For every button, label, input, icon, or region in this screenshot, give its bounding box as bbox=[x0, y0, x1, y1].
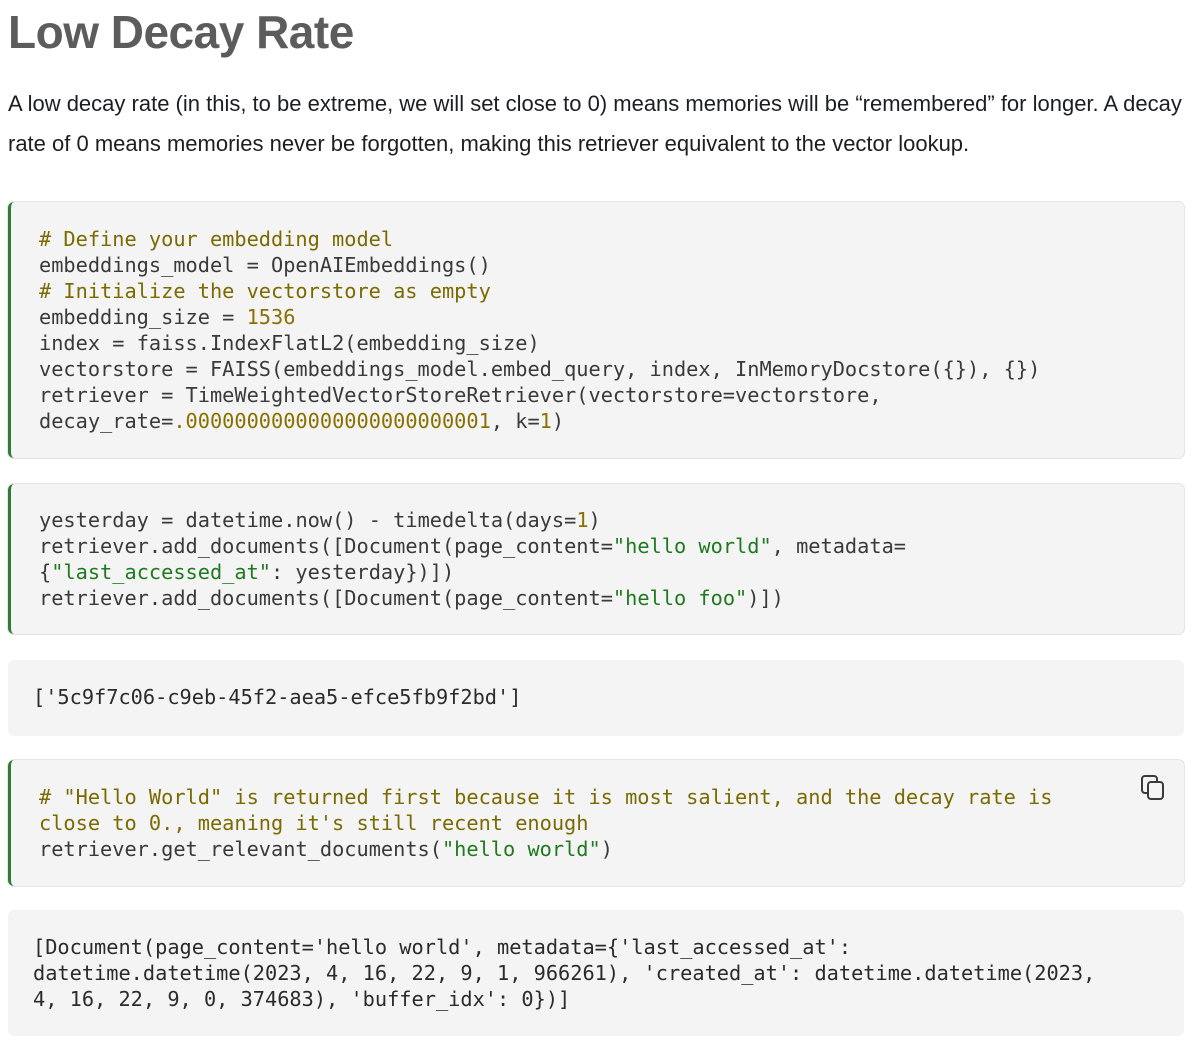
code-token: , metadata bbox=[771, 534, 894, 558]
code-token: . bbox=[197, 331, 210, 355]
code-cell-2-source: yesterday = datetime.now() - timedelta(d… bbox=[39, 507, 906, 611]
code-token: . bbox=[148, 586, 162, 610]
code-token: = bbox=[246, 253, 259, 277]
intro-paragraph: A low decay rate (in this, to be extreme… bbox=[8, 91, 1182, 156]
code-token: OpenAIEmbeddings() bbox=[258, 253, 491, 277]
code-token: faiss bbox=[124, 331, 198, 355]
section-heading: Low Decay Rate bbox=[8, 6, 354, 58]
code-token: retriever bbox=[39, 534, 149, 558]
code-cell-3-source: # "Hello World" is returned first becaus… bbox=[39, 784, 1052, 862]
code-token: add_documents([Document(page_content bbox=[161, 586, 601, 610]
code-token: = bbox=[161, 409, 174, 433]
code-token: , k bbox=[490, 409, 528, 433]
code-cell-1-source: # Define your embedding model embeddings… bbox=[39, 226, 1040, 434]
output-2-text: [Document(page_content='hello world', me… bbox=[33, 934, 1095, 1012]
code-token: add_documents([Document(page_content bbox=[161, 534, 601, 558]
code-token: = bbox=[600, 534, 613, 558]
code-token: retriever bbox=[39, 383, 162, 407]
code-token: retriever bbox=[39, 586, 149, 610]
code-token: index bbox=[39, 331, 113, 355]
code-string: "hello foo" bbox=[612, 586, 748, 610]
code-string: "hello world" bbox=[441, 837, 601, 861]
code-token: TimeWeightedVectorStoreRetriever(vectors… bbox=[173, 383, 723, 407]
code-token: IndexFlatL2(embedding_size) bbox=[209, 331, 540, 355]
code-token: datetime bbox=[173, 508, 284, 532]
code-token: retriever bbox=[39, 837, 149, 861]
code-string: "hello world" bbox=[612, 534, 772, 558]
code-token: = bbox=[722, 383, 736, 407]
output-line: 4, 16, 22, 9, 0, 374683), 'buffer_idx': … bbox=[33, 987, 571, 1011]
copy-icon[interactable] bbox=[1140, 774, 1166, 802]
code-string: "last_accessed_at" bbox=[51, 560, 272, 584]
code-number: 1 bbox=[576, 508, 589, 532]
code-number: .0000000000000000000000001 bbox=[173, 409, 491, 433]
code-token: = bbox=[112, 331, 125, 355]
code-token: . bbox=[148, 837, 162, 861]
code-token: get_relevant_documents( bbox=[161, 837, 442, 861]
code-token: . bbox=[478, 357, 491, 381]
code-comment: close to 0., meaning it's still recent e… bbox=[39, 811, 589, 835]
code-token: = bbox=[222, 305, 235, 329]
code-token: embed_query, index, InMemoryDocstore({})… bbox=[490, 357, 1041, 381]
code-token: ) bbox=[588, 508, 601, 532]
code-number: 1 bbox=[539, 409, 552, 433]
code-token: = bbox=[161, 508, 174, 532]
output-1-text: ['5c9f7c06-c9eb-45f2-aea5-efce5fb9f2bd'] bbox=[33, 685, 522, 709]
code-token: now() bbox=[295, 508, 369, 532]
code-token: )]) bbox=[747, 586, 784, 610]
code-token: ) bbox=[551, 409, 565, 433]
code-comment: # Initialize the vectorstore as empty bbox=[39, 279, 491, 303]
code-token: - bbox=[368, 508, 381, 532]
output-line: [Document(page_content='hello world', me… bbox=[33, 935, 852, 959]
output-line: datetime.datetime(2023, 4, 16, 22, 9, 1,… bbox=[33, 961, 1096, 985]
code-number: 1536 bbox=[246, 305, 296, 329]
code-token: . bbox=[283, 508, 296, 532]
code-comment: # "Hello World" is returned first becaus… bbox=[39, 785, 1053, 809]
code-comment: # Define your embedding model bbox=[39, 227, 394, 251]
code-token: embeddings_model bbox=[39, 253, 247, 277]
output-cell-2: [Document(page_content='hello world', me… bbox=[8, 910, 1184, 1036]
code-token: = bbox=[600, 586, 613, 610]
code-token: = bbox=[564, 508, 577, 532]
code-token: = bbox=[527, 409, 540, 433]
code-cell-2[interactable]: yesterday = datetime.now() - timedelta(d… bbox=[8, 484, 1184, 634]
code-token: vectorstore bbox=[39, 357, 186, 381]
code-token: FAISS(embeddings_model bbox=[197, 357, 479, 381]
page: Low Decay Rate A low decay rate (in this… bbox=[0, 0, 1200, 1047]
code-token: = bbox=[893, 534, 906, 558]
code-token: = bbox=[161, 383, 174, 407]
code-token: { bbox=[39, 560, 52, 584]
code-token: decay_rate bbox=[39, 409, 162, 433]
code-token: vectorstore, bbox=[735, 383, 882, 407]
code-token: yesterday bbox=[39, 508, 162, 532]
code-cell-3[interactable]: # "Hello World" is returned first becaus… bbox=[8, 760, 1184, 886]
code-token: . bbox=[148, 534, 162, 558]
code-cell-1[interactable]: # Define your embedding model embeddings… bbox=[8, 202, 1184, 458]
code-token: ) bbox=[600, 837, 613, 861]
code-token: timedelta(days bbox=[380, 508, 565, 532]
code-token: embedding_size bbox=[39, 305, 223, 329]
code-token: : yesterday})]) bbox=[271, 560, 455, 584]
code-token: = bbox=[185, 357, 198, 381]
output-cell-1: ['5c9f7c06-c9eb-45f2-aea5-efce5fb9f2bd'] bbox=[8, 660, 1184, 736]
